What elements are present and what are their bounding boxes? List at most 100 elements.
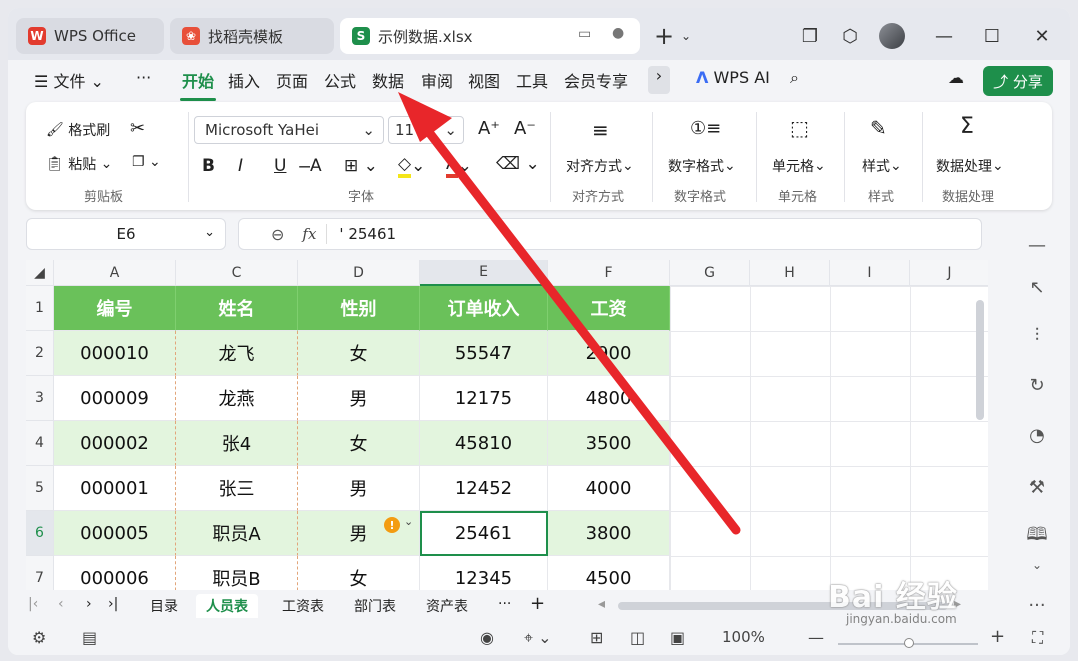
table-cell[interactable]: 4000 [548, 466, 670, 511]
sheet-tab-assets[interactable]: 资产表 [426, 596, 468, 616]
table-cell[interactable]: 男 ! ⌄ [298, 511, 420, 556]
row-header-6[interactable]: 6 [26, 511, 54, 556]
empty-cells[interactable] [670, 286, 988, 590]
chevron-down-icon[interactable]: ⌄ [1024, 552, 1050, 578]
fullscreen-icon[interactable]: ⛶ [1032, 628, 1043, 648]
align-button[interactable]: 对齐方式 ⌄ [566, 156, 634, 176]
table-cell[interactable]: 3800 [548, 511, 670, 556]
column-header-a[interactable]: A [54, 260, 176, 286]
table-cell[interactable]: 12345 [420, 556, 548, 590]
underline-icon[interactable]: U [274, 156, 286, 176]
sliders-icon[interactable]: ⫶ [1024, 322, 1050, 348]
eye-icon[interactable]: ◉ [480, 628, 494, 647]
chevron-down-icon[interactable]: ⌄ [204, 225, 215, 240]
chevron-right-icon[interactable]: › [648, 66, 670, 94]
chevron-down-icon[interactable]: ⌄ [678, 20, 694, 52]
strikethrough-icon[interactable]: ̶A [310, 156, 322, 176]
row-header-7[interactable]: 7 [26, 556, 54, 590]
chevron-down-icon[interactable]: ⌄ [404, 515, 413, 528]
cursor-icon[interactable]: ↖ [1024, 274, 1050, 300]
border-icon[interactable]: ⊞ ⌄ [344, 156, 378, 176]
font-increase-icon[interactable]: A⁺ [478, 118, 500, 139]
sigma-icon[interactable]: Σ [960, 114, 974, 139]
normal-view-icon[interactable]: ⊞ [590, 628, 603, 647]
page-layout-view-icon[interactable]: ▣ [670, 628, 685, 647]
font-color-icon[interactable]: A ⌄ [446, 154, 472, 178]
zoom-formula-icon[interactable]: ⊖ [271, 225, 284, 244]
formula-input[interactable]: ' 25461 [339, 225, 396, 243]
macro-icon[interactable]: ⚙ [32, 628, 46, 647]
warning-icon[interactable]: ! [384, 517, 400, 533]
table-cell[interactable]: 4800 [548, 376, 670, 421]
table-cell[interactable]: 女 [298, 556, 420, 590]
column-header-f[interactable]: F [548, 260, 670, 286]
row-header-3[interactable]: 3 [26, 376, 54, 421]
focus-icon[interactable]: ▤ [82, 628, 97, 647]
selected-cell-e6[interactable]: 25461 [420, 511, 548, 556]
first-sheet-icon[interactable]: |‹ [28, 596, 38, 612]
avatar[interactable] [878, 20, 906, 52]
menu-item-insert[interactable]: 插入 [228, 68, 260, 92]
tab-wps-office[interactable]: W WPS Office [16, 18, 164, 54]
menu-item-page[interactable]: 页面 [276, 68, 308, 92]
fx-icon[interactable]: fx [302, 225, 316, 243]
table-cell[interactable]: 龙燕 [176, 376, 298, 421]
header-cell-salary[interactable]: 工资 [548, 286, 670, 331]
table-cell[interactable]: 3500 [548, 421, 670, 466]
minimize-icon[interactable]: — [930, 20, 958, 52]
book-icon[interactable]: 🕮︎ [1024, 524, 1050, 550]
table-cell[interactable]: 55547 [420, 331, 548, 376]
header-cell-gender[interactable]: 性别 [298, 286, 420, 331]
table-cell[interactable]: 男 [298, 376, 420, 421]
style-button[interactable]: 样式 ⌄ [862, 156, 902, 176]
column-header-i[interactable]: I [830, 260, 910, 286]
table-cell[interactable]: 45810 [420, 421, 548, 466]
zoom-slider-handle[interactable] [904, 638, 914, 648]
menu-item-view[interactable]: 视图 [468, 68, 500, 92]
maximize-icon[interactable]: ☐ [978, 20, 1006, 52]
data-process-button[interactable]: 数据处理 ⌄ [936, 156, 1004, 176]
table-cell[interactable]: 000005 [54, 511, 176, 556]
scroll-left-icon[interactable]: ◂ [598, 596, 605, 612]
format-painter-button[interactable]: 🖌︎ 格式刷 [46, 120, 110, 140]
chart-icon[interactable]: ◔ [1024, 422, 1050, 448]
style-icon[interactable]: ✎ [870, 116, 887, 140]
table-cell[interactable]: 龙飞 [176, 331, 298, 376]
copy-icon[interactable]: ❐ ⌄ [132, 154, 161, 170]
share-button[interactable]: ⤴ 分享 [983, 66, 1053, 96]
number-format-button[interactable]: 数字格式 ⌄ [668, 156, 736, 176]
column-header-h[interactable]: H [750, 260, 830, 286]
collapse-icon[interactable]: — [1024, 232, 1050, 258]
fill-color-icon[interactable]: ◇ ⌄ [398, 154, 425, 178]
table-cell[interactable]: 000002 [54, 421, 176, 466]
table-cell[interactable]: 张三 [176, 466, 298, 511]
row-header-4[interactable]: 4 [26, 421, 54, 466]
font-decrease-icon[interactable]: A⁻ [514, 118, 536, 139]
align-icon[interactable]: ≡ [592, 118, 609, 142]
cloud-upload-icon[interactable]: ☁ [948, 68, 964, 87]
transform-icon[interactable]: ↻ [1024, 372, 1050, 398]
sheet-tab-personnel[interactable]: 人员表 [196, 594, 258, 618]
header-cell-order-income[interactable]: 订单收入 [420, 286, 548, 331]
tools-icon[interactable]: ⚒ [1024, 474, 1050, 500]
more-icon[interactable]: ··· [1024, 592, 1050, 618]
italic-icon[interactable]: I [238, 156, 243, 176]
table-cell[interactable]: 女 [298, 421, 420, 466]
table-cell[interactable]: 12452 [420, 466, 548, 511]
wps-ai-button[interactable]: Λ WPS AI [696, 68, 770, 87]
table-cell[interactable]: 职员B [176, 556, 298, 590]
zoom-level[interactable]: 100% [722, 628, 765, 646]
cell-button[interactable]: 单元格 ⌄ [772, 156, 826, 176]
header-cell-id[interactable]: 编号 [54, 286, 176, 331]
add-sheet-button[interactable]: + [530, 593, 545, 614]
paste-button[interactable]: 📋︎ 粘贴 ⌄ [46, 154, 112, 174]
eraser-icon[interactable]: ⌫ ⌄ [496, 154, 540, 174]
menu-item-formula[interactable]: 公式 [324, 68, 356, 92]
font-name-select[interactable]: Microsoft YaHei ⌄ [194, 116, 384, 144]
menu-item-data[interactable]: 数据 [372, 68, 404, 92]
search-icon[interactable]: ⌕ [790, 68, 799, 88]
cell-icon[interactable]: ⬚ [790, 116, 809, 140]
row-header-2[interactable]: 2 [26, 331, 54, 376]
row-header-5[interactable]: 5 [26, 466, 54, 511]
header-cell-name[interactable]: 姓名 [176, 286, 298, 331]
